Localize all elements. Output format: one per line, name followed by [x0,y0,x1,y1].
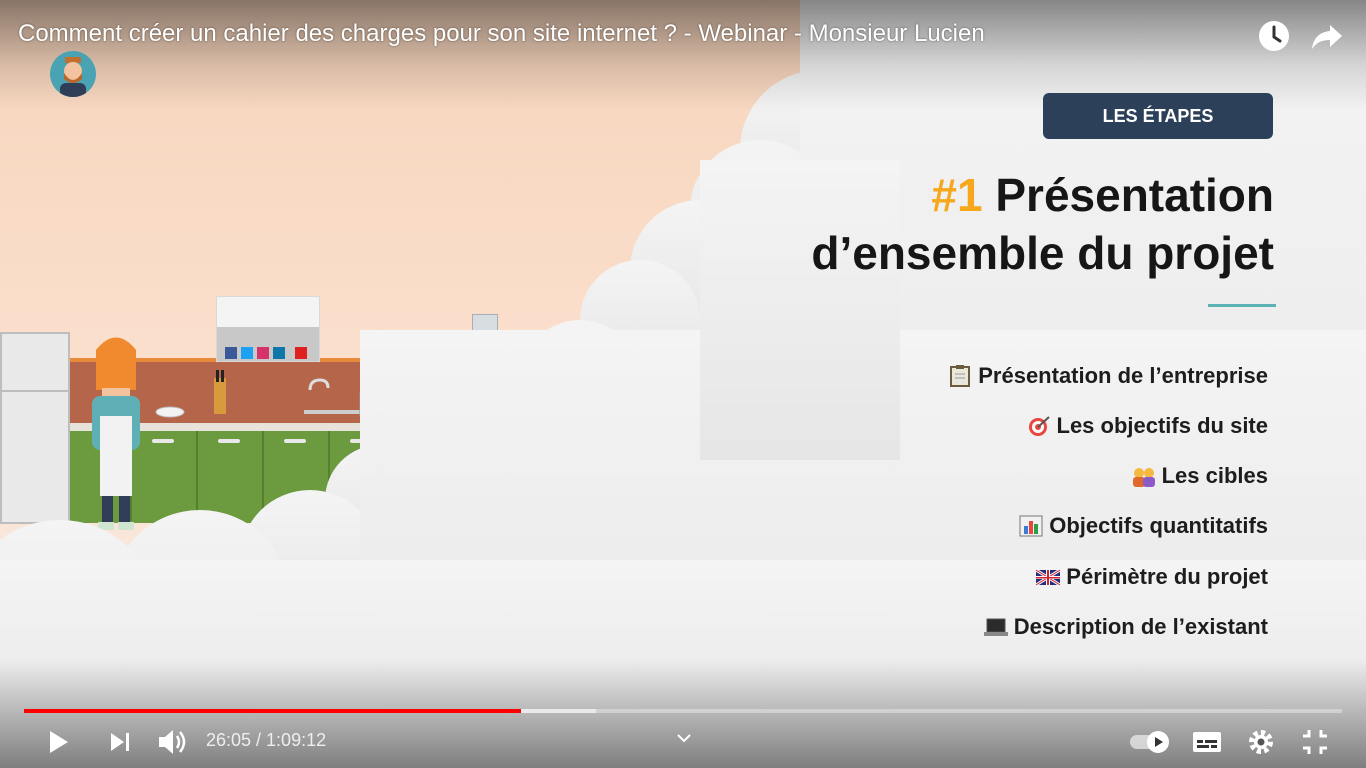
steps-badge: LES ÉTAPES [1043,93,1273,139]
clipboard-icon [948,365,972,387]
next-icon[interactable] [102,724,138,760]
laptop-icon [983,616,1008,638]
list-item-label: Objectifs quantitatifs [1049,513,1268,538]
target-icon [1027,415,1051,437]
list-item: Description de l’existant [983,612,1268,642]
list-item-label: Périmètre du projet [1066,564,1268,589]
settings-gear-icon[interactable] [1243,724,1279,760]
list-item: Présentation de l’entreprise [948,361,1268,391]
heading-number: #1 [931,169,983,221]
list-item-label: Les objectifs du site [1056,413,1269,438]
volume-icon[interactable] [154,724,190,760]
subtitles-icon[interactable] [1189,724,1225,760]
clock-icon[interactable] [1256,18,1292,54]
accent-divider [1208,304,1276,307]
time-display: 26:05 / 1:09:12 [206,730,327,750]
list-item-label: Les cibles [1161,463,1268,488]
share-arrow-icon[interactable] [1310,18,1346,54]
heading-line-1: Présentation [995,169,1274,221]
list-item: Objectifs quantitatifs [1019,511,1268,541]
progress-played [24,709,521,713]
video-title[interactable]: Comment créer un cahier des charges pour… [18,20,985,48]
heading-line-2: d’ensemble du projet [811,227,1274,279]
autoplay-toggle-icon[interactable] [1128,724,1172,760]
exit-fullscreen-icon[interactable] [1297,724,1333,760]
people-icon [1132,465,1156,487]
list-item: Les cibles [1132,461,1268,491]
video-player[interactable]: Comment créer un cahier des charges pour… [0,0,1366,768]
bar-chart-icon [1019,515,1043,537]
progress-bar[interactable] [24,709,1342,713]
list-item-label: Présentation de l’entreprise [978,363,1268,388]
slide-heading: #1 Présentation d’ensemble du projet [811,166,1274,282]
list-item: Les objectifs du site [1027,411,1269,441]
list-item-label: Description de l’existant [1013,614,1268,639]
uk-flag-icon [1035,566,1062,588]
list-item: Périmètre du projet [1035,562,1268,592]
play-icon[interactable] [40,724,76,760]
channel-avatar-icon[interactable] [50,51,96,97]
chevron-down-icon[interactable] [674,728,694,748]
